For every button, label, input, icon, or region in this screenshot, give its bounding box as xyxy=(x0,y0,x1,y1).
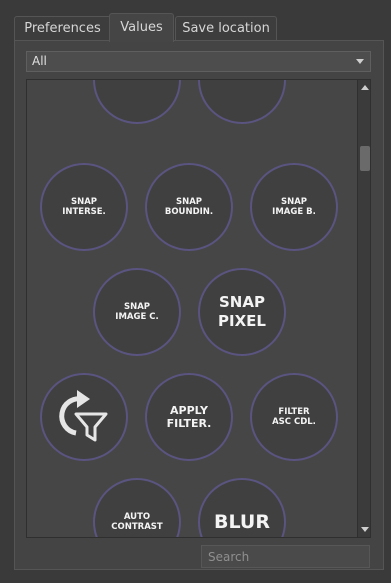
filter-dropdown[interactable]: All xyxy=(26,51,371,72)
tab-preferences[interactable]: Preferences xyxy=(14,16,111,40)
apply-filter-button[interactable]: APPLY FILTER. xyxy=(145,373,233,461)
button-label: SNAP BOUNDIN. xyxy=(164,197,214,217)
button-label: APPLY FILTER. xyxy=(166,404,212,430)
snap-intersection-button[interactable]: SNAP INTERSE. xyxy=(40,163,128,251)
tab-values[interactable]: Values xyxy=(109,13,174,42)
scroll-up-icon[interactable] xyxy=(361,85,369,90)
scrollbar-thumb[interactable] xyxy=(360,146,370,171)
button-label: FILTER ASC CDL. xyxy=(272,407,316,427)
snap-bounding-button[interactable]: SNAP BOUNDIN. xyxy=(145,163,233,251)
snap-pixel-button[interactable]: SNAP PIXEL xyxy=(198,268,286,356)
filter-dropdown-value: All xyxy=(32,54,47,68)
value-button-grid[interactable]: SNAP INTERSE. SNAP BOUNDIN. SNAP IMAGE B… xyxy=(26,79,371,538)
scroll-down-icon[interactable] xyxy=(361,527,369,532)
values-panel: All SNAP INTERSE. SNAP BOUNDIN. SNAP IMA… xyxy=(14,40,384,570)
button-label: BLUR xyxy=(214,511,270,533)
blur-button[interactable]: BLUR xyxy=(198,478,286,537)
auto-contrast-button[interactable]: AUTO CONTRAST xyxy=(93,478,181,537)
button-label: SNAP PIXEL xyxy=(218,293,266,330)
value-button-partial-right[interactable] xyxy=(198,80,286,124)
button-label: SNAP IMAGE C. xyxy=(115,302,159,322)
vertical-scrollbar[interactable] xyxy=(357,80,370,537)
tab-save-location[interactable]: Save location xyxy=(175,16,277,40)
filter-asc-cdl-button[interactable]: FILTER ASC CDL. xyxy=(250,373,338,461)
button-label: AUTO CONTRAST xyxy=(111,512,163,532)
button-label: SNAP INTERSE. xyxy=(62,197,106,217)
snap-image-bounds-button[interactable]: SNAP IMAGE B. xyxy=(250,163,338,251)
value-button-partial-left[interactable] xyxy=(93,80,181,124)
reset-filter-button[interactable] xyxy=(40,373,128,461)
button-label: SNAP IMAGE B. xyxy=(272,197,316,217)
search-input[interactable] xyxy=(201,545,370,568)
snap-image-center-button[interactable]: SNAP IMAGE C. xyxy=(93,268,181,356)
chevron-down-icon xyxy=(356,59,364,64)
reset-filter-icon xyxy=(59,390,108,442)
